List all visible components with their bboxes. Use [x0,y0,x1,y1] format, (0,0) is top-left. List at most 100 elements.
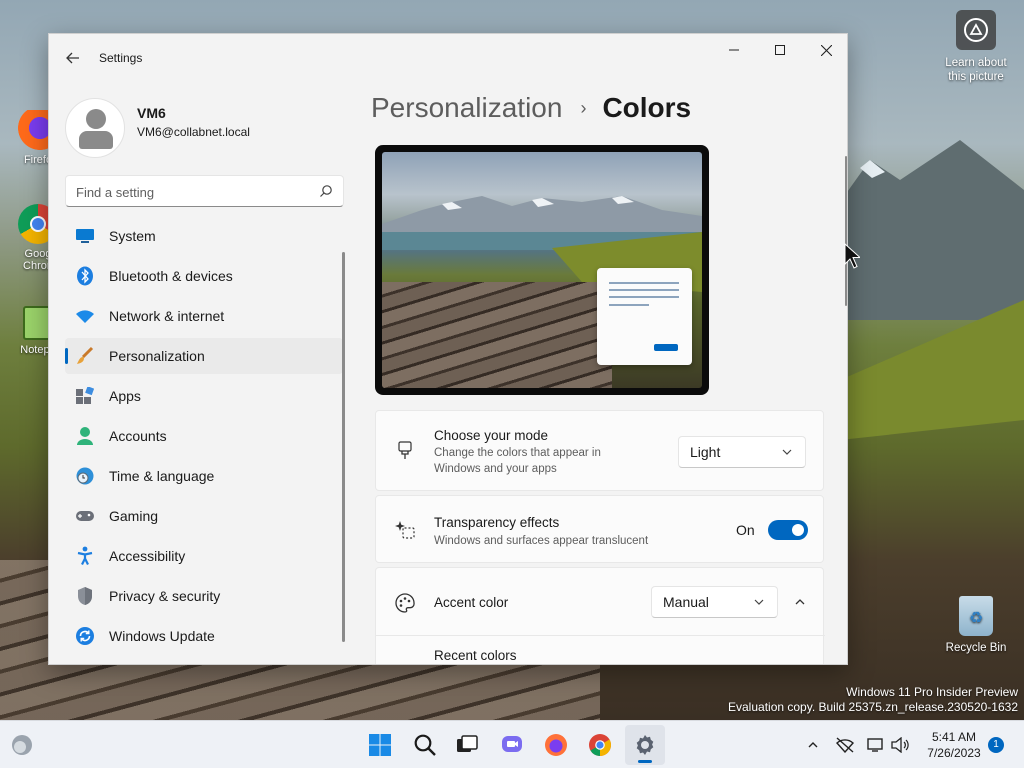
sidebar-item-network[interactable]: Network & internet [65,298,343,334]
sidebar-item-label: Accounts [109,428,167,444]
sidebar-scrollbar[interactable] [342,252,345,642]
mode-dropdown[interactable]: Light [678,436,806,468]
chevron-right-icon: › [580,97,587,118]
tray-overflow-button[interactable] [803,735,823,755]
transparency-title: Transparency effects [434,515,560,530]
sidebar-item-label: Privacy & security [109,588,221,604]
sidebar-item-gaming[interactable]: Gaming [65,498,343,534]
breadcrumb: Personalization › Colors [371,92,691,124]
search-input[interactable] [76,182,306,202]
sidebar-nav: System Bluetooth & devices Network & int… [65,218,343,658]
display-icon [867,738,883,752]
recycle-bin-label: Recycle Bin [945,642,1007,654]
user-profile[interactable]: VM6 VM6@collabnet.local [65,98,345,158]
task-view-icon [457,735,478,752]
chevron-down-icon [754,599,764,605]
sidebar-item-label: Gaming [109,508,159,524]
watermark-line1: Windows 11 Pro Insider Preview [846,685,1018,699]
chevron-up-icon [808,742,818,748]
title-bar[interactable]: Settings [49,34,847,82]
chrome-icon [589,734,611,756]
clock-date: 7/26/2023 [927,746,981,760]
close-button[interactable] [803,34,847,66]
wifi-icon [75,306,95,326]
user-email: VM6@collabnet.local [137,125,250,139]
back-button[interactable] [59,46,87,70]
sidebar-item-label: Apps [109,388,141,404]
sidebar-item-accounts[interactable]: Accounts [65,418,343,454]
recent-colors-label: Recent colors [434,648,517,663]
theme-preview [375,145,709,395]
minimize-icon [729,49,739,51]
accent-card: Accent color Manual Recent colors [375,567,825,664]
mode-title: Choose your mode [434,428,549,443]
search-box[interactable] [65,175,344,207]
person-icon [75,426,95,446]
watermark-line2: Evaluation copy. Build 25375.zn_release.… [728,700,1018,714]
windows-logo-icon [369,734,391,756]
sidebar-item-windows-update[interactable]: Windows Update [65,618,343,654]
sidebar-item-label: Network & internet [109,308,225,324]
sidebar-item-bluetooth[interactable]: Bluetooth & devices [65,258,343,294]
transparency-toggle[interactable] [768,520,808,540]
accent-collapse-button[interactable] [784,586,816,618]
sidebar-item-label: Personalization [109,348,205,364]
widgets-button[interactable] [2,725,42,765]
search-icon[interactable] [319,184,333,198]
start-button[interactable] [360,725,400,765]
search-button[interactable] [405,725,445,765]
settings-window: Settings VM6 VM6@collabnet.local System … [48,33,848,665]
accent-dropdown-value: Manual [663,594,709,610]
taskbar-clock[interactable]: 5:41 AM 7/26/2023 [918,729,990,761]
close-icon [820,44,832,56]
volume-tray-button[interactable] [890,735,910,755]
search-icon [414,734,436,756]
display-tray-button[interactable] [866,735,886,755]
shield-icon [75,586,95,606]
sidebar-item-time-language[interactable]: Time & language [65,458,343,494]
accent-title: Accent color [434,595,509,610]
main-scrollbar[interactable] [845,156,847,306]
sidebar-item-label: Time & language [109,468,215,484]
sidebar-item-label: Windows Update [109,628,215,644]
back-arrow-icon [66,52,79,64]
preview-wallpaper [382,152,702,388]
maximize-icon [775,45,785,55]
sidebar-item-personalization[interactable]: Personalization [65,338,343,374]
firefox-taskbar-button[interactable] [536,725,576,765]
sidebar-item-apps[interactable]: Apps [65,378,343,414]
mode-dropdown-value: Light [690,444,721,460]
chrome-taskbar-button[interactable] [580,725,620,765]
notification-badge[interactable]: 1 [988,737,1004,753]
breadcrumb-parent[interactable]: Personalization [371,92,562,124]
apps-icon [75,386,95,406]
chevron-down-icon [782,449,792,455]
task-view-button[interactable] [447,725,487,765]
chat-button[interactable] [492,725,532,765]
learn-about-picture[interactable]: Learn about this picture [940,10,1012,84]
network-tray-button[interactable] [835,735,855,755]
sidebar-item-accessibility[interactable]: Accessibility [65,538,343,574]
transparency-card: Transparency effects Windows and surface… [375,495,824,563]
windows-watermark: Windows 11 Pro Insider Preview Evaluatio… [728,685,1018,715]
preview-sample-window [597,268,692,365]
network-disconnected-icon [836,737,854,753]
chevron-up-icon [795,599,805,605]
settings-taskbar-button[interactable] [625,725,665,765]
recycle-bin[interactable]: ♻ Recycle Bin [940,596,1012,654]
sidebar-item-label: Accessibility [109,548,186,564]
divider [376,635,825,636]
mode-card: Choose your mode Change the colors that … [375,410,824,491]
monitor-icon [75,226,95,246]
mouse-cursor-icon [844,243,860,269]
clock-globe-icon [75,466,95,486]
sidebar-item-system[interactable]: System [65,218,343,254]
maximize-button[interactable] [757,34,803,66]
gamepad-icon [75,506,95,526]
sidebar-item-privacy-security[interactable]: Privacy & security [65,578,343,614]
palette-icon [394,592,416,614]
accent-dropdown[interactable]: Manual [651,586,778,618]
mode-description: Change the colors that appear in Windows… [434,447,601,475]
learn-about-label: Learn about this picture [945,57,1007,83]
minimize-button[interactable] [711,34,757,66]
